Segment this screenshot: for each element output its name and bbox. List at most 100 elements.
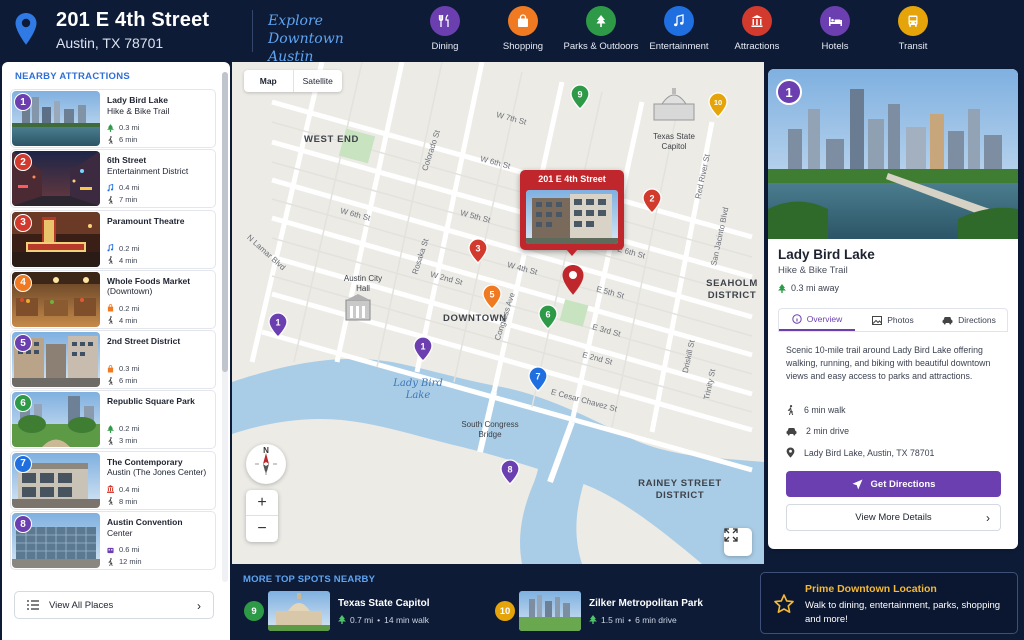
map-pin-2[interactable]: 2 — [642, 188, 662, 214]
detail-walk-time: 6 min walk — [786, 405, 846, 415]
category-parks[interactable]: Parks & Outdoors — [562, 6, 640, 52]
category-shopping[interactable]: Shopping — [484, 6, 562, 52]
address-text: Lady Bird Lake, Austin, TX 78701 — [804, 447, 935, 458]
nearby-attractions-panel: NEARBY ATTRACTIONS 1 Lady Bird Lake Hike … — [2, 62, 230, 640]
list-item[interactable]: 8 Austin Convention Center 0.6 mi 12 min — [10, 511, 216, 571]
category-attractions[interactable]: Attractions — [718, 6, 796, 52]
item-walk-time: 8 min — [107, 497, 137, 506]
item-distance: 0.2 mi — [107, 304, 139, 313]
district-label: SEAHOLM DISTRICT — [706, 278, 758, 301]
category-hotels[interactable]: Hotels — [796, 6, 874, 52]
list-item[interactable]: 1 Lady Bird Lake Hike & Bike Trail 0.3 mi… — [10, 89, 216, 148]
list-item[interactable]: 2 6th Street Entertainment District 0.4 m… — [10, 149, 216, 209]
walk-icon — [108, 316, 113, 325]
separator-dot: • — [628, 614, 632, 625]
map-pin-1[interactable]: 1 — [268, 312, 288, 338]
car-icon — [786, 427, 797, 435]
category-label: Attractions — [734, 41, 780, 52]
detail-title: Lady Bird Lake — [778, 247, 875, 262]
walk-time-text: 3 min — [119, 436, 138, 446]
zoom-in-button[interactable]: + — [246, 490, 278, 516]
item-title: Republic Square Park — [107, 396, 195, 407]
map-pin-1-lake[interactable]: 1 — [413, 336, 433, 362]
panel-title: NEARBY ATTRACTIONS — [15, 71, 131, 82]
list-item[interactable]: 4 Whole Foods Market (Downtown) 0.2 mi 4 … — [10, 269, 216, 329]
scrollbar-thumb[interactable] — [222, 72, 228, 372]
item-subtitle: Center — [107, 527, 133, 538]
selected-location-pin[interactable] — [561, 264, 585, 296]
view-more-details-button[interactable]: View More Details › — [786, 504, 1001, 531]
walk-icon — [108, 195, 113, 204]
address-title: 201 E 4th Street — [56, 9, 210, 31]
attractions-list: 1 Lady Bird Lake Hike & Bike Trail 0.3 mi… — [10, 89, 216, 583]
tab-overview[interactable]: Overview — [779, 309, 855, 331]
callout-photo — [526, 190, 618, 244]
tab-directions[interactable]: Directions — [931, 309, 1007, 331]
view-all-places-button[interactable]: View All Places › — [14, 591, 214, 619]
list-scrollbar[interactable] — [222, 72, 228, 582]
item-subtitle: (Downtown) — [107, 286, 153, 297]
svg-text:6: 6 — [545, 310, 550, 320]
item-subtitle: Hike & Bike Trail — [107, 105, 170, 116]
music-note-icon — [664, 6, 694, 36]
map-pin-9[interactable]: 9 — [570, 84, 590, 110]
map-pin-7[interactable]: 7 — [528, 366, 548, 392]
category-dining[interactable]: Dining — [406, 6, 484, 52]
list-item[interactable]: 3 Paramount Theatre 0.2 mi 4 min — [10, 209, 216, 269]
spot-time: 14 min walk — [384, 614, 430, 625]
prime-title: Prime Downtown Location — [805, 583, 937, 595]
item-name: Lady Bird Lake Hike & Bike Trail — [107, 95, 215, 116]
item-walk-time: 6 min — [107, 376, 137, 385]
walk-icon — [108, 256, 113, 265]
category-entertainment[interactable]: Entertainment — [640, 6, 718, 52]
lake-label: Lady Bird Lake — [393, 378, 443, 401]
get-directions-button[interactable]: Get Directions — [786, 471, 1001, 497]
item-distance: 0.3 mi — [107, 364, 139, 373]
district-label: DOWNTOWN — [443, 313, 507, 324]
satellite-mode-button[interactable]: Satellite — [294, 70, 343, 92]
marker-number: 1 — [14, 93, 32, 111]
walk-time-text: 7 min — [119, 195, 138, 205]
map-pin-10[interactable]: 10 — [708, 92, 728, 118]
top-spots-bar: MORE TOP SPOTS NEARBY 9 Texas State Capi… — [232, 564, 1024, 640]
map-pin-6[interactable]: 6 — [538, 304, 558, 330]
tree-icon — [778, 283, 786, 293]
tab-photos[interactable]: Photos — [855, 309, 931, 331]
map-pin-3[interactable]: 3 — [468, 238, 488, 264]
walk-icon — [108, 557, 113, 566]
item-title: The Contemporary — [107, 456, 183, 467]
map-mode-button[interactable]: Map — [244, 70, 294, 92]
chevron-right-icon: › — [197, 599, 201, 613]
item-subtitle: Entertainment District — [107, 165, 189, 176]
tagline: Explore Downtown Austin — [268, 13, 344, 65]
spot-name: Zilker Metropolitan Park — [589, 597, 703, 609]
prime-description: Walk to dining, entertainment, parks, sh… — [805, 600, 1001, 625]
zoom-out-button[interactable]: − — [246, 516, 278, 542]
spot-card-texas-capitol[interactable]: 9 Texas State Capitol 0.7 mi • 14 min walk — [244, 591, 430, 631]
category-transit[interactable]: Transit — [874, 6, 952, 52]
spot-card-zilker-park[interactable]: 10 Zilker Metropolitan Park 1.5 mi • 6 min… — [495, 591, 703, 631]
list-item[interactable]: 7 The Contemporary Austin (The Jones Cent… — [10, 450, 216, 510]
utensils-icon — [430, 6, 460, 36]
map-view[interactable]: Map Satellite W 7th St W 6th St W 5th St… — [232, 62, 764, 564]
map-pin-8[interactable]: 8 — [500, 459, 520, 485]
distance-text: 0.2 mi — [119, 303, 140, 313]
item-name: 2nd Street District — [107, 336, 215, 347]
item-title: 6th Street — [107, 155, 147, 166]
svg-text:8: 8 — [507, 465, 512, 475]
map-pin-5[interactable]: 5 — [482, 284, 502, 310]
selected-location-callout[interactable]: 201 E 4th Street — [520, 170, 624, 256]
marker-number: 7 — [14, 454, 32, 473]
category-label: Hotels — [821, 41, 849, 52]
tab-label: Overview — [806, 314, 843, 324]
item-title: 2nd Street District — [107, 336, 181, 347]
compass-button[interactable]: N — [246, 444, 286, 484]
item-name: Paramount Theatre — [107, 216, 215, 227]
chevron-right-icon: › — [986, 511, 990, 525]
fullscreen-button[interactable] — [724, 528, 752, 556]
capitol-landmark-icon — [653, 88, 695, 121]
list-item[interactable]: 5 2nd Street District 0.3 mi 6 min — [10, 330, 216, 390]
tree-icon — [338, 615, 346, 624]
prime-location-card: Prime Downtown Location Walk to dining, … — [760, 572, 1018, 634]
list-item[interactable]: 6 Republic Square Park 0.2 mi 3 min — [10, 390, 216, 450]
